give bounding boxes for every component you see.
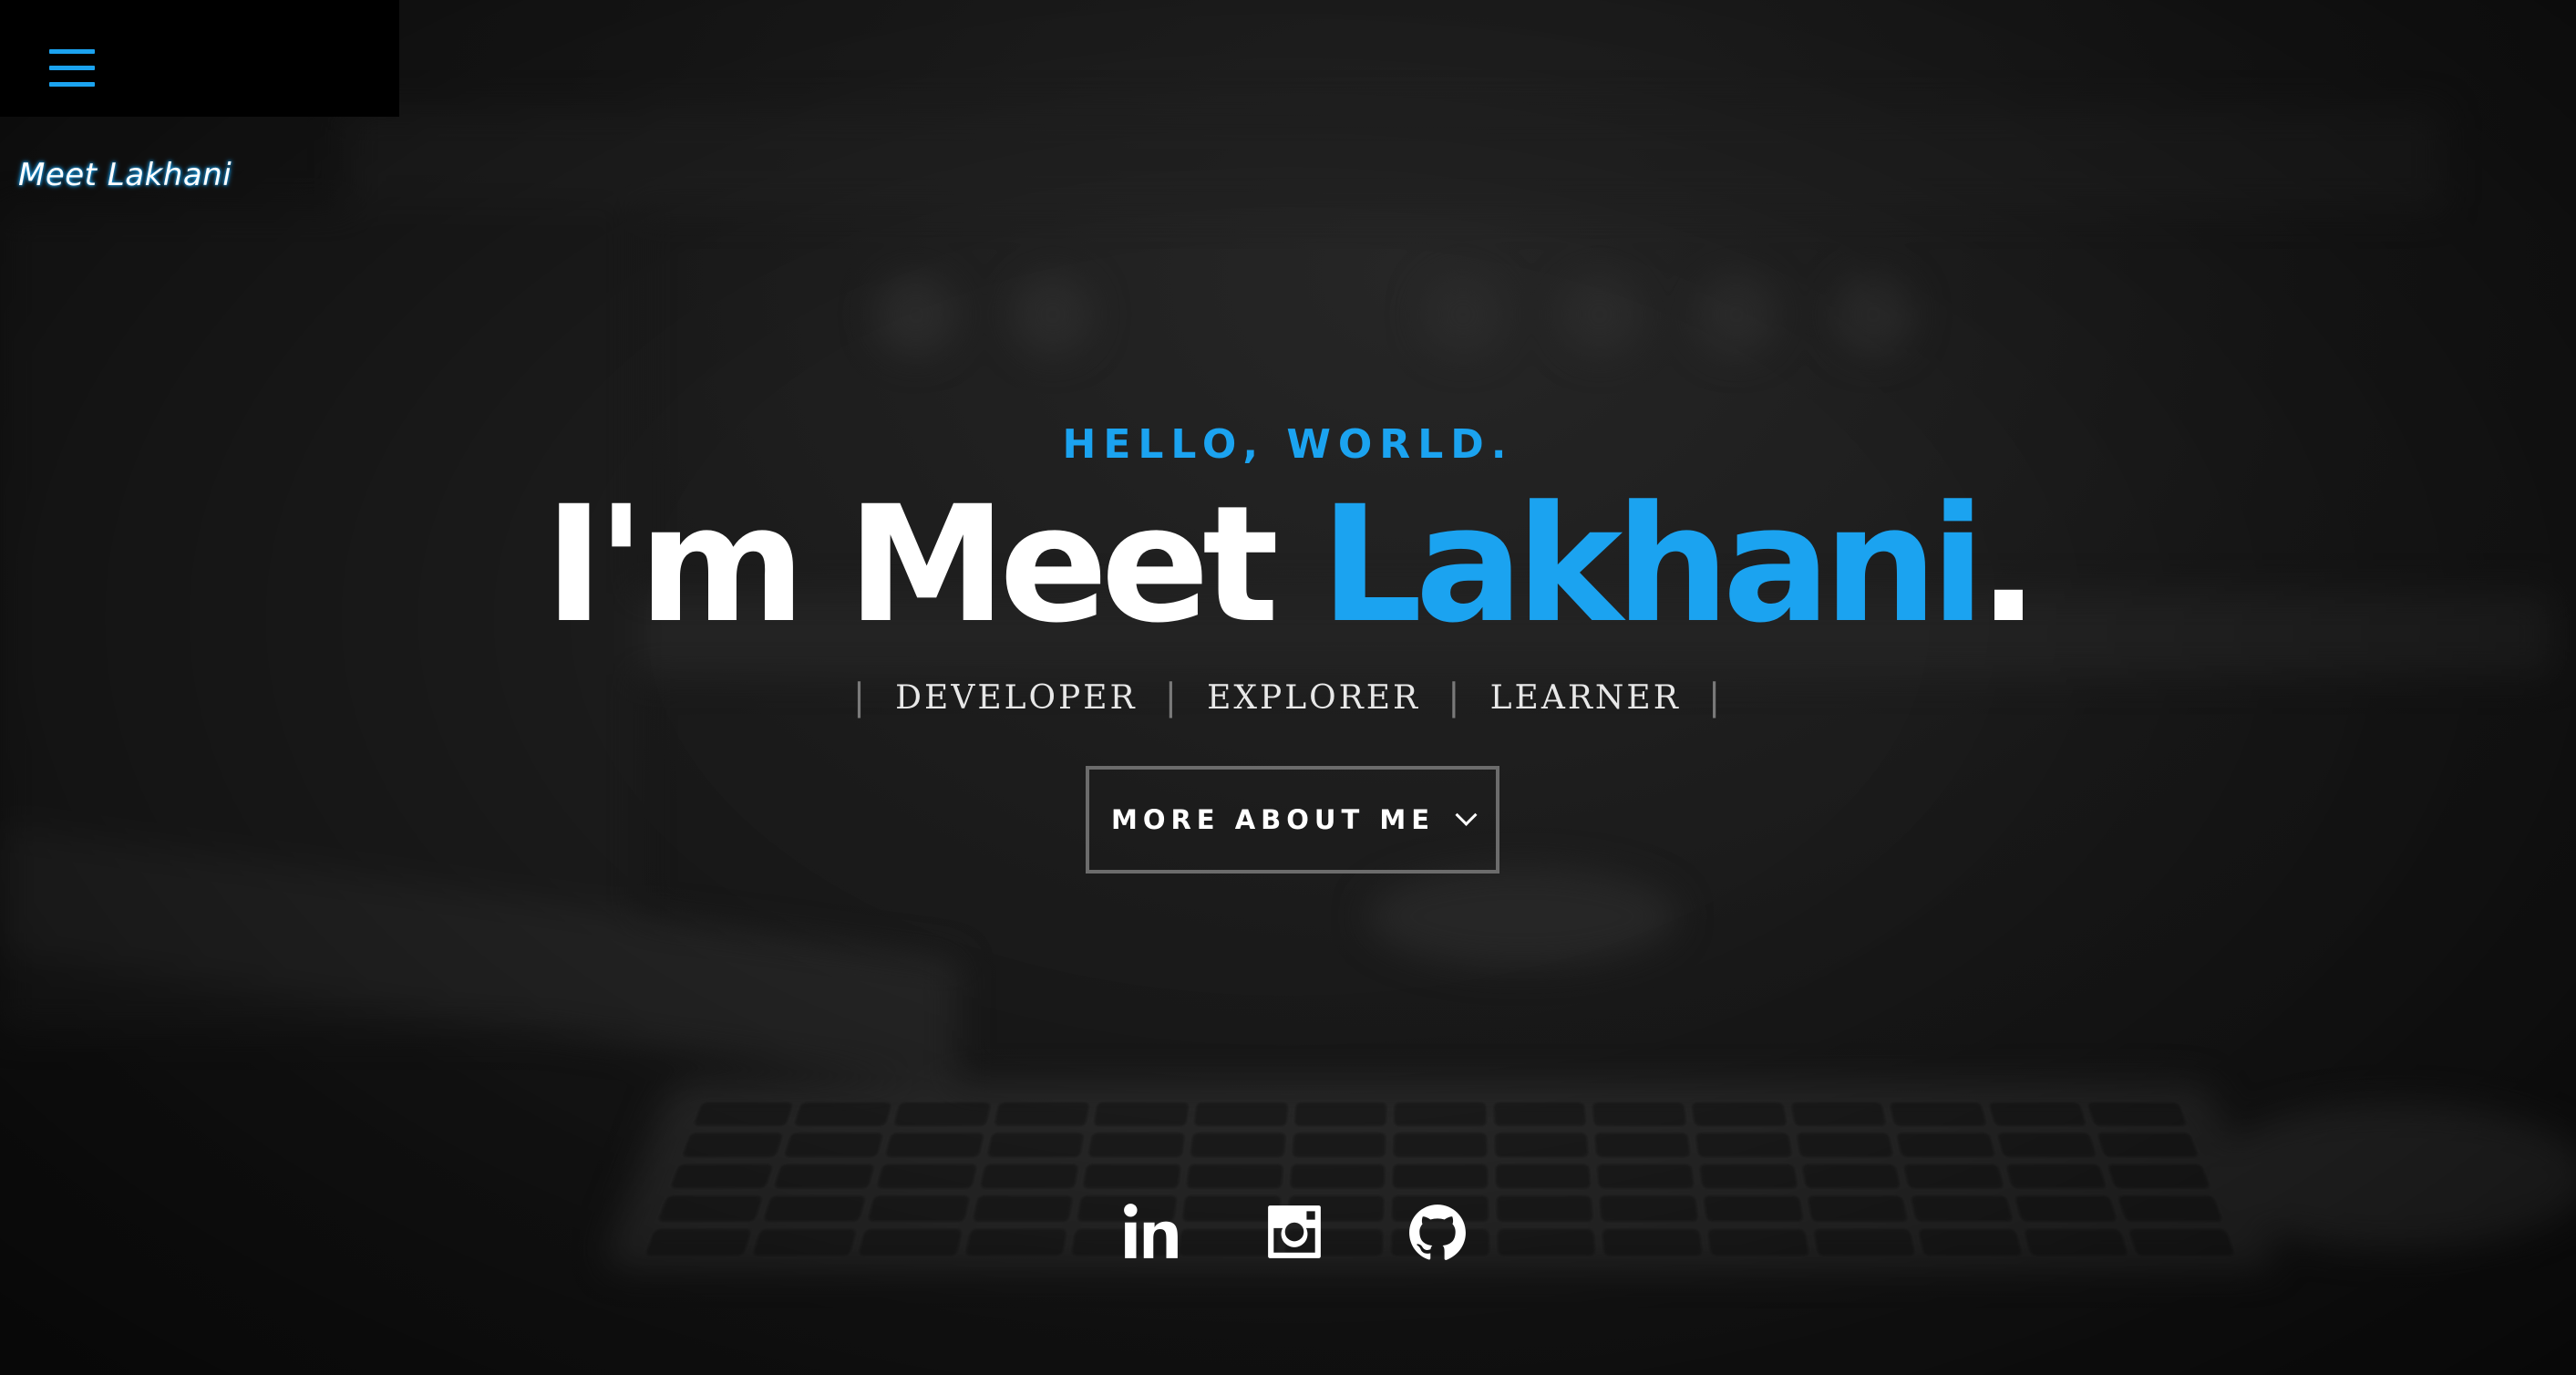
role-separator: | xyxy=(852,677,869,719)
headline-name: Lakhani xyxy=(1320,471,1985,658)
headline-prefix: I'm Meet xyxy=(544,471,1321,658)
role-explorer: EXPLORER xyxy=(1207,678,1421,717)
more-about-me-label: MORE ABOUT ME xyxy=(1110,804,1436,835)
chevron-down-icon xyxy=(1455,803,1478,826)
role-separator: | xyxy=(1448,677,1463,719)
headline-suffix: . xyxy=(1978,471,2039,658)
hero-section: HELLO, WORLD. I'm Meet Lakhani. | DEVELO… xyxy=(0,419,2576,719)
github-link[interactable] xyxy=(1407,1202,1468,1262)
hamburger-menu-icon[interactable] xyxy=(49,49,95,88)
more-about-me-button[interactable]: MORE ABOUT ME xyxy=(1086,766,1499,874)
instagram-icon xyxy=(1268,1205,1321,1258)
instagram-link[interactable] xyxy=(1264,1202,1324,1262)
role-separator: | xyxy=(1707,677,1724,719)
role-learner: LEARNER xyxy=(1489,678,1681,717)
greeting: HELLO, WORLD. xyxy=(1062,421,1514,468)
page-title: I'm Meet Lakhani. xyxy=(0,483,2576,647)
role-separator: | xyxy=(1164,677,1180,719)
site-brand[interactable]: Meet Lakhani xyxy=(18,157,232,193)
role-developer: DEVELOPER xyxy=(895,678,1138,717)
roles-list: | DEVELOPER | EXPLORER | LEARNER | xyxy=(0,677,2576,719)
hero-page: Meet Lakhani HELLO, WORLD. I'm Meet Lakh… xyxy=(0,0,2576,1375)
linkedin-link[interactable] xyxy=(1121,1202,1181,1262)
github-icon xyxy=(1409,1204,1466,1260)
social-links xyxy=(1121,1202,1468,1262)
menu-toggle-box xyxy=(0,0,399,117)
linkedin-icon xyxy=(1124,1204,1178,1258)
